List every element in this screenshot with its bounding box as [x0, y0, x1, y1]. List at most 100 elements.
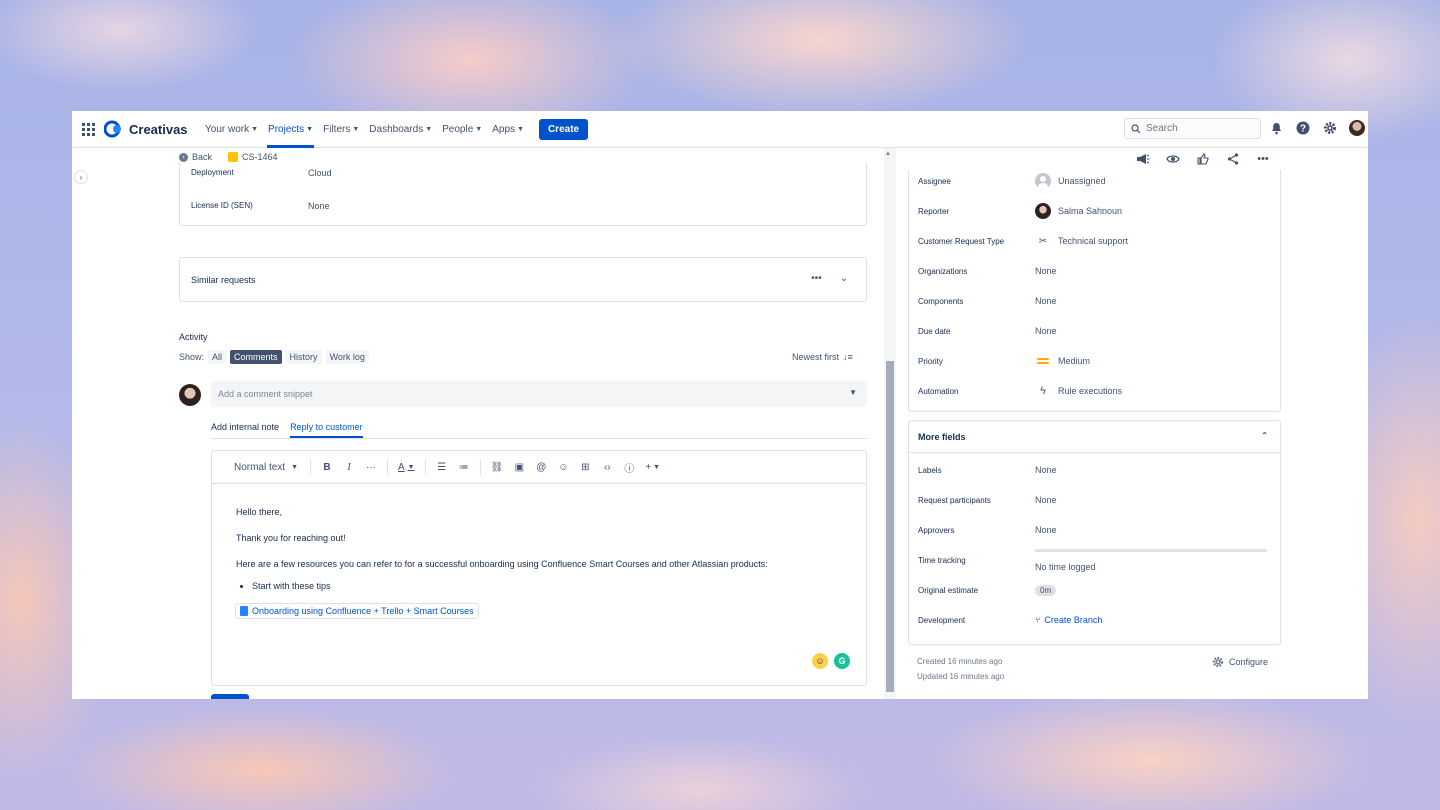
grammarly-icon[interactable]: G — [834, 653, 850, 669]
chevron-down-icon: ▼ — [517, 126, 524, 133]
field-value[interactable]: None — [1035, 495, 1057, 505]
feedback-megaphone-icon[interactable] — [1135, 151, 1151, 167]
search-input[interactable] — [1146, 123, 1246, 134]
breadcrumb: ‹ Back CS-1464 — [179, 152, 278, 162]
reporter-value[interactable]: Salma Sahnoun — [1035, 203, 1122, 219]
thumbs-up-icon[interactable] — [1195, 151, 1211, 167]
bold-icon[interactable]: B — [321, 459, 333, 475]
product-logo[interactable]: Creativas — [104, 120, 188, 138]
similar-requests-title: Similar requests — [191, 274, 256, 285]
automation-value[interactable]: ϟ Rule executions — [1035, 385, 1122, 397]
app-switcher-icon[interactable] — [82, 123, 95, 136]
filter-all[interactable]: All — [208, 350, 227, 364]
notifications-icon[interactable] — [1268, 120, 1284, 136]
profile-avatar[interactable] — [1349, 120, 1365, 136]
table-icon[interactable]: ⊞ — [579, 459, 591, 475]
insert-plus-icon[interactable]: + ▼ — [645, 459, 660, 475]
field-value: Salma Sahnoun — [1058, 206, 1123, 216]
settings-gear-icon[interactable] — [1322, 120, 1338, 136]
nav-your-work[interactable]: Your work ▼ — [200, 111, 263, 148]
created-timestamp: Created 16 minutes ago — [917, 657, 1003, 666]
comment-snippet-select[interactable]: Add a comment snippet ▼ — [211, 381, 867, 407]
nav-label: Projects — [268, 124, 305, 135]
mention-icon[interactable]: @ — [535, 459, 547, 475]
priority-row: Priority Medium — [918, 350, 1090, 372]
search-icon — [1131, 123, 1141, 133]
reporter-avatar — [1035, 203, 1051, 219]
create-branch-link[interactable]: ⑂ Create Branch — [1035, 615, 1102, 625]
image-icon[interactable]: ▣ — [513, 459, 525, 475]
filter-history[interactable]: History — [285, 350, 322, 364]
time-tracking-value[interactable]: No time logged — [1035, 548, 1267, 572]
request-type-value[interactable]: ✂ Technical support — [1035, 236, 1128, 247]
field-value: Technical support — [1058, 236, 1129, 246]
filter-work-log[interactable]: Work log — [325, 350, 369, 364]
share-icon[interactable] — [1225, 151, 1241, 167]
more-formatting-icon[interactable]: ··· — [365, 459, 377, 475]
field-value[interactable]: None — [1035, 266, 1057, 276]
chevron-up-icon[interactable]: ⌃ — [1261, 431, 1268, 440]
main-scrollbar-thumb[interactable] — [886, 361, 894, 692]
more-fields-title: More fields — [918, 431, 966, 442]
estimate-value[interactable]: 0m — [1035, 584, 1057, 596]
back-link[interactable]: ‹ Back — [179, 152, 212, 162]
numbered-list-icon[interactable]: ≔ — [458, 459, 470, 475]
field-value[interactable]: None — [1035, 296, 1057, 306]
nav-filters[interactable]: Filters ▼ — [318, 111, 364, 148]
link-icon[interactable]: ⛓ — [491, 459, 504, 475]
filter-comments[interactable]: Comments — [230, 350, 282, 364]
sort-toggle[interactable]: Newest first ↓≡ — [792, 352, 853, 362]
info-icon[interactable]: ⓘ — [623, 459, 635, 475]
bullet-list-icon[interactable]: ☰ — [436, 459, 448, 475]
more-options-icon[interactable]: ••• — [1255, 151, 1271, 167]
field-value[interactable]: None — [308, 201, 330, 211]
priority-value[interactable]: Medium — [1035, 356, 1090, 366]
field-label: Due date — [918, 326, 951, 336]
text-color-icon[interactable]: A ▼ — [398, 459, 415, 475]
configure-button[interactable]: Configure — [1212, 656, 1268, 668]
field-value[interactable]: None — [1035, 326, 1057, 336]
issue-key-link[interactable]: CS-1464 — [228, 152, 278, 162]
more-fields-header[interactable]: More fields ⌃ — [909, 421, 1280, 453]
field-value[interactable]: None — [1035, 525, 1057, 535]
field-value[interactable]: Cloud — [308, 168, 332, 178]
similar-requests-panel[interactable]: Similar requests ••• ⌄ — [179, 257, 867, 302]
chevron-down-icon[interactable]: ⌄ — [840, 273, 848, 284]
tab-reply-to-customer[interactable]: Reply to customer — [290, 422, 363, 438]
field-value[interactable]: None — [1035, 465, 1057, 475]
editor-content[interactable]: Hello there, Thank you for reaching out!… — [212, 484, 866, 642]
emoji-icon[interactable]: ☺ — [557, 459, 569, 475]
field-label: Original estimate — [918, 585, 979, 595]
development-row: Development ⑂ Create Branch — [918, 609, 1102, 631]
comment-bullet-list: Start with these tips — [252, 581, 842, 591]
branch-icon: ⑂ — [1035, 615, 1041, 625]
field-label: Organizations — [918, 266, 968, 276]
help-icon[interactable]: ? — [1295, 120, 1311, 136]
nav-people[interactable]: People ▼ — [437, 111, 487, 148]
code-icon[interactable]: ‹› — [601, 459, 613, 475]
more-options-icon[interactable]: ••• — [811, 273, 822, 284]
create-button[interactable]: Create — [538, 119, 589, 140]
nav-label: Your work — [205, 124, 250, 135]
comment-editor: Normal text ▼ B I ··· A ▼ ☰ ≔ ⛓ ▣ @ ☺ ⊞ ‹… — [211, 450, 867, 686]
scroll-up-arrow-icon[interactable]: ▲ — [885, 151, 891, 157]
nav-projects[interactable]: Projects ▼ — [263, 111, 318, 148]
field-label: Deployment — [191, 168, 234, 177]
nav-dashboards[interactable]: Dashboards ▼ — [364, 111, 437, 148]
text-style-select[interactable]: Normal text ▼ — [232, 459, 300, 475]
assignee-value[interactable]: Unassigned — [1035, 173, 1106, 189]
watch-eye-icon[interactable] — [1165, 151, 1181, 167]
nav-apps[interactable]: Apps ▼ — [487, 111, 529, 148]
comment-thanks: Thank you for reaching out! — [236, 533, 346, 543]
hugging-face-emoji-icon[interactable]: ☺ — [812, 653, 828, 669]
reporter-row: Reporter Salma Sahnoun — [918, 200, 1122, 222]
tab-internal-note[interactable]: Add internal note — [211, 422, 279, 438]
italic-icon[interactable]: I — [343, 459, 355, 475]
expand-sidebar-chevron-icon[interactable]: › — [74, 170, 88, 184]
chevron-down-icon: ▼ — [475, 126, 483, 133]
search-box[interactable] — [1124, 118, 1261, 139]
save-button[interactable] — [211, 694, 249, 699]
onboarding-smart-link[interactable]: Onboarding using Confluence + Trello + S… — [235, 603, 479, 619]
app-window: Creativas Your work ▼ Projects ▼ Filters ▼ … — [72, 111, 1368, 699]
chevron-down-icon: ▼ — [291, 463, 299, 471]
